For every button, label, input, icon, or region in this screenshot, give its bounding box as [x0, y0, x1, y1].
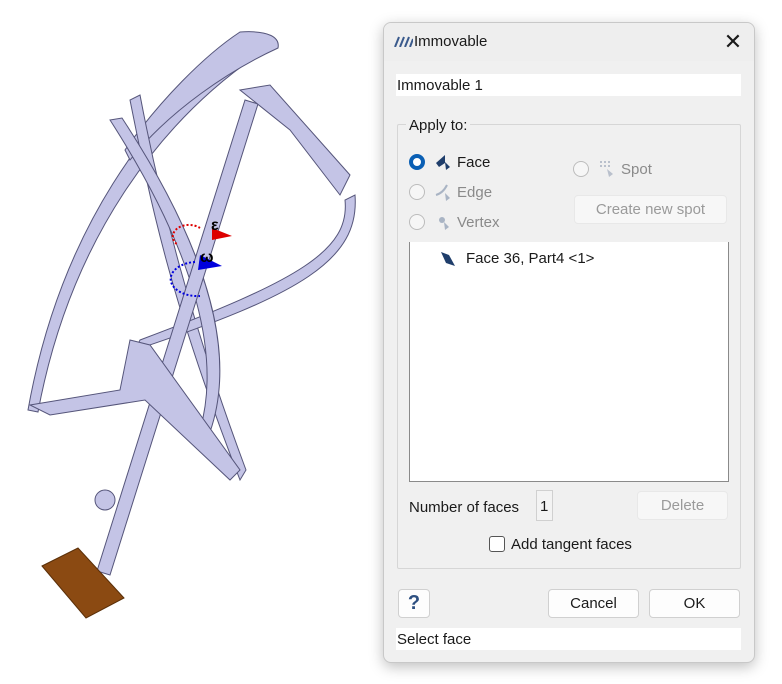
- edge-radio: [409, 184, 425, 200]
- edge-select-icon: [435, 184, 450, 201]
- name-input[interactable]: Immovable 1: [396, 74, 741, 96]
- vertex-radio: [409, 214, 425, 230]
- omega-label: ω: [200, 249, 214, 266]
- flange: [94, 489, 116, 511]
- add-tangent-faces-checkbox[interactable]: [489, 536, 505, 552]
- selection-list[interactable]: Face 36, Part4 <1>: [409, 242, 729, 482]
- edge-label: Edge: [457, 184, 493, 201]
- ok-button[interactable]: OK: [649, 589, 740, 618]
- option-face[interactable]: Face: [409, 153, 519, 173]
- create-new-spot-button[interactable]: Create new spot: [574, 195, 727, 224]
- arm-top: [238, 84, 351, 196]
- status-bar: Select face: [396, 628, 741, 650]
- face-radio[interactable]: [409, 154, 425, 170]
- spot-icon: [600, 161, 613, 177]
- option-vertex: Vertex: [409, 213, 519, 233]
- cancel-button[interactable]: Cancel: [548, 589, 639, 618]
- face-label: Face: [457, 154, 491, 171]
- wind-turbine-model: [27, 31, 356, 619]
- face-select-icon: [436, 155, 450, 170]
- number-of-faces-value: 1: [536, 490, 553, 521]
- list-item[interactable]: Face 36, Part4 <1>: [440, 249, 720, 269]
- epsilon-label: ε: [211, 217, 219, 234]
- add-tangent-faces-label: Add tangent faces: [511, 536, 632, 553]
- list-item-label: Face 36, Part4 <1>: [466, 250, 595, 267]
- title-bar[interactable]: Immovable ✕: [384, 23, 754, 61]
- face-icon: [441, 252, 455, 266]
- number-of-faces-label: Number of faces: [409, 499, 520, 516]
- help-button[interactable]: ?: [398, 589, 430, 618]
- apply-to-label: Apply to:: [406, 117, 471, 134]
- spot-radio: [573, 161, 589, 177]
- vertex-select-icon: [439, 217, 449, 230]
- vertex-label: Vertex: [457, 214, 500, 231]
- immovable-dialog: Immovable ✕ Immovable 1 Apply to: Face E…: [383, 22, 755, 663]
- immovable-hatch-icon: [394, 36, 413, 47]
- spot-label: Spot: [621, 161, 652, 178]
- option-spot: Spot: [573, 160, 663, 180]
- option-edge: Edge: [409, 183, 519, 203]
- add-tangent-faces-option[interactable]: Add tangent faces: [489, 535, 649, 555]
- dialog-title: Immovable: [414, 33, 488, 50]
- delete-button[interactable]: Delete: [637, 491, 728, 520]
- close-icon[interactable]: ✕: [720, 29, 746, 55]
